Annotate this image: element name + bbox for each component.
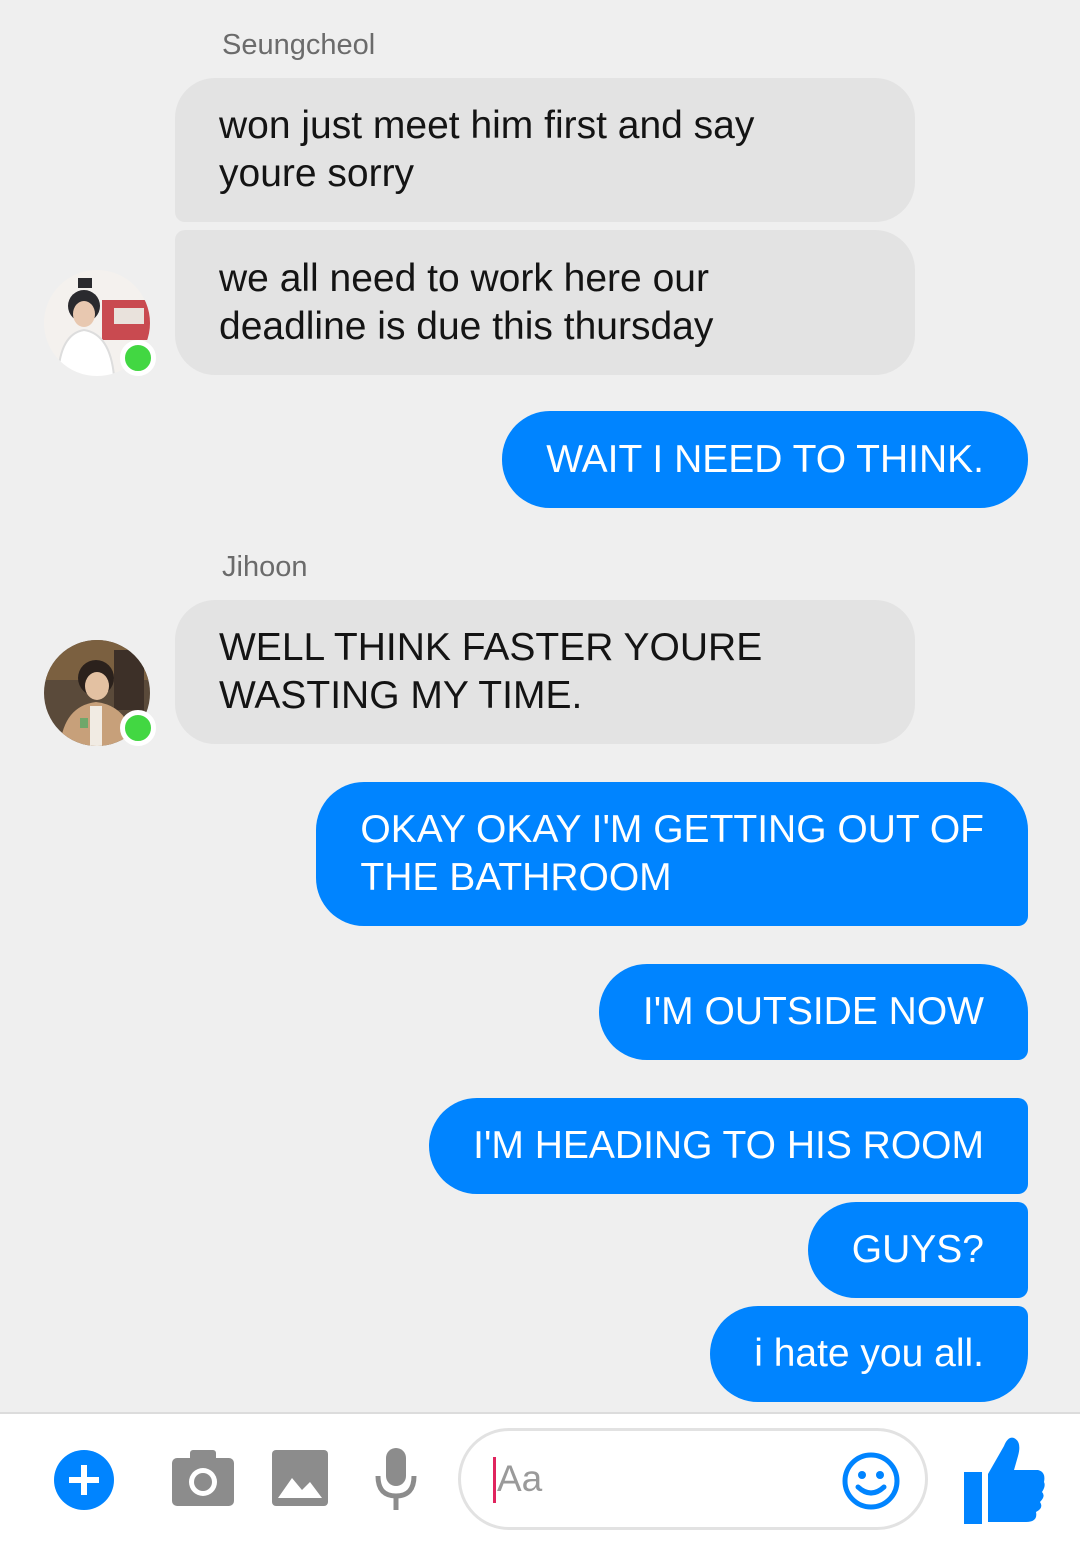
- image-icon[interactable]: [272, 1450, 328, 1506]
- avatar-seungcheol[interactable]: [44, 270, 156, 376]
- outgoing-message[interactable]: WAIT I NEED TO THINK.: [502, 411, 1028, 508]
- microphone-icon[interactable]: [374, 1448, 418, 1512]
- emoji-icon[interactable]: [841, 1451, 901, 1511]
- message-input[interactable]: Aa: [458, 1428, 928, 1530]
- incoming-message[interactable]: we all need to work here our deadline is…: [175, 230, 915, 375]
- thumbs-up-icon[interactable]: [960, 1434, 1046, 1526]
- online-indicator: [120, 710, 156, 746]
- text-cursor: [493, 1457, 496, 1503]
- sender-name-seungcheol: Seungcheol: [222, 29, 376, 61]
- message-input-placeholder: Aa: [497, 1458, 543, 1499]
- sender-name-jihoon: Jihoon: [222, 551, 308, 583]
- outgoing-message[interactable]: i hate you all.: [710, 1306, 1028, 1402]
- incoming-message[interactable]: WELL THINK FASTER YOURE WASTING MY TIME.: [175, 600, 915, 744]
- plus-icon[interactable]: [54, 1450, 114, 1510]
- outgoing-message[interactable]: OKAY OKAY I'M GETTING OUT OF THE BATHROO…: [316, 782, 1028, 926]
- message-composer: Aa: [0, 1412, 1080, 1544]
- incoming-message[interactable]: won just meet him first and say youre so…: [175, 78, 915, 222]
- online-indicator: [120, 340, 156, 376]
- outgoing-message[interactable]: I'M HEADING TO HIS ROOM: [429, 1098, 1028, 1194]
- avatar-jihoon[interactable]: [44, 640, 156, 746]
- outgoing-message[interactable]: GUYS?: [807, 1202, 1028, 1298]
- outgoing-message[interactable]: I'M OUTSIDE NOW: [598, 964, 1028, 1060]
- camera-icon[interactable]: [172, 1450, 234, 1506]
